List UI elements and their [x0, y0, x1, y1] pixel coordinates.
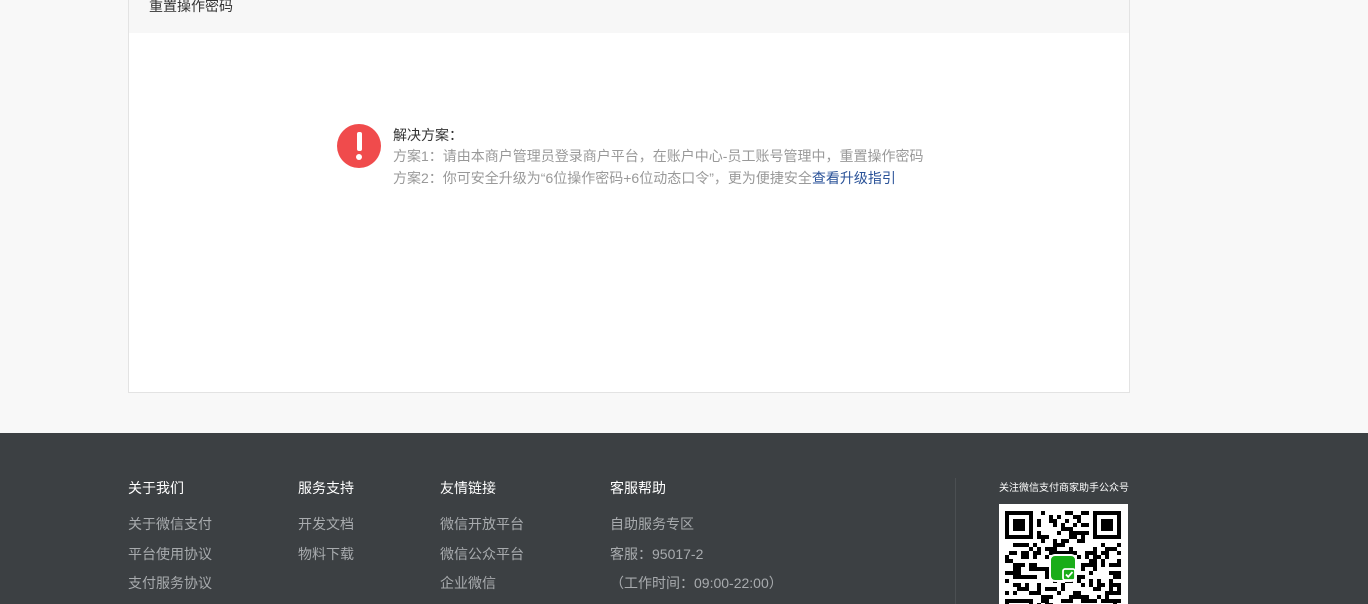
- footer-col-about: 关于我们 关于微信支付 平台使用协议 支付服务协议: [128, 480, 212, 604]
- solution-option-1: 方案1：请由本商户管理员登录商户平台，在账户中心-员工账号管理中，重置操作密码: [393, 148, 924, 164]
- upgrade-guide-link[interactable]: 查看升级指引: [812, 170, 896, 186]
- footer-col-help: 客服帮助 自助服务专区 客服：95017-2 （工作时间：09:00-22:00…: [610, 480, 783, 604]
- footer-link-open-platform[interactable]: 微信开放平台: [440, 516, 524, 546]
- footer-link-about-wechatpay[interactable]: 关于微信支付: [128, 516, 212, 546]
- footer-link-platform-agreement[interactable]: 平台使用协议: [128, 546, 212, 576]
- alert-icon: [337, 124, 381, 168]
- solution-text: 解决方案： 方案1：请由本商户管理员登录商户平台，在账户中心-员工账号管理中，重…: [393, 125, 993, 189]
- footer-divider: [955, 478, 956, 604]
- panel-title: 重置操作密码: [149, 0, 233, 14]
- solution-option-2: 方案2：你可安全升级为“6位操作密码+6位动态口令”，更为便捷安全查看升级指引: [393, 167, 993, 189]
- qr-caption: 关注微信支付商家助手公众号: [999, 483, 1129, 494]
- panel-header: 重置操作密码: [129, 0, 1129, 33]
- customer-service-hours: （工作时间：09:00-22:00）: [610, 575, 783, 591]
- footer-link-material-download[interactable]: 物料下载: [298, 546, 354, 576]
- footer-col-title: 客服帮助: [610, 480, 666, 496]
- qr-code: [999, 504, 1128, 604]
- footer-col-title: 服务支持: [298, 480, 354, 496]
- footer-col-title: 友情链接: [440, 480, 496, 496]
- footer-col-title: 关于我们: [128, 480, 184, 496]
- footer-col-links: 友情链接 微信开放平台 微信公众平台 企业微信: [440, 480, 524, 604]
- solution-option-2-text: 方案2：你可安全升级为“6位操作密码+6位动态口令”，更为便捷安全: [393, 170, 812, 186]
- footer-link-official-platform[interactable]: 微信公众平台: [440, 546, 524, 576]
- footer-link-payment-agreement[interactable]: 支付服务协议: [128, 575, 212, 604]
- wechat-pay-logo-icon: [1049, 554, 1077, 582]
- site-footer: 关于我们 关于微信支付 平台使用协议 支付服务协议 服务支持 开发文档 物料下载…: [0, 433, 1368, 604]
- customer-service-phone: 客服：95017-2: [610, 545, 704, 562]
- reset-password-panel: 重置操作密码 解决方案： 方案1：请由本商户管理员登录商户平台，在账户中心-员工…: [128, 0, 1130, 393]
- solution-title: 解决方案：: [393, 127, 463, 143]
- footer-link-work-wechat[interactable]: 企业微信: [440, 575, 524, 604]
- footer-link-self-service[interactable]: 自助服务专区: [610, 516, 783, 546]
- footer-link-dev-docs[interactable]: 开发文档: [298, 516, 354, 546]
- footer-col-support: 服务支持 开发文档 物料下载: [298, 480, 354, 575]
